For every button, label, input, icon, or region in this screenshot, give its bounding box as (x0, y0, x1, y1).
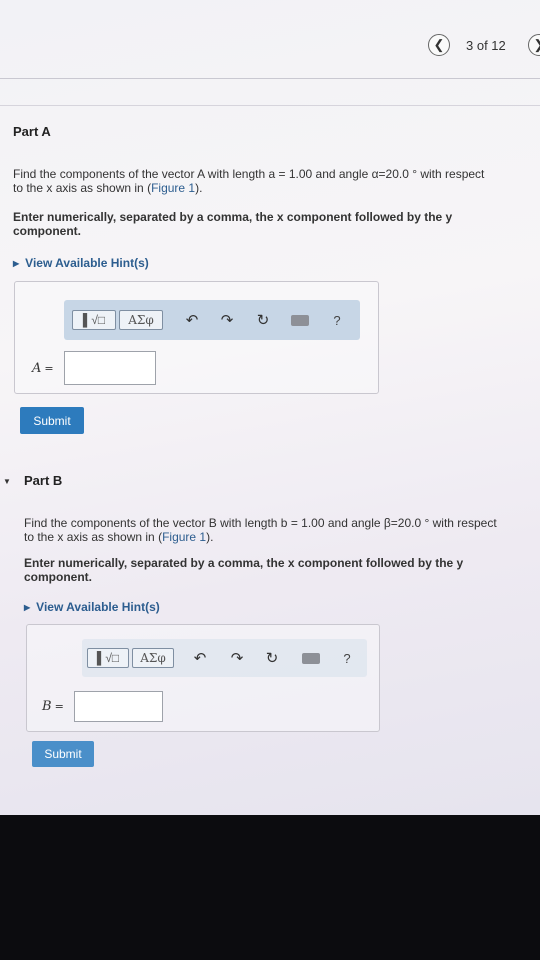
prompt-line: to the x axis as shown in (Figure 1). (24, 530, 214, 544)
greek-symbols-button[interactable]: ΑΣφ (119, 310, 163, 330)
part-a-instructions: Enter numerically, separated by a comma,… (13, 210, 453, 238)
divider (0, 78, 540, 79)
math-toolbar: ▌√□ ΑΣφ ↶ ↷ ↻ ? (64, 300, 360, 340)
undo-icon[interactable]: ↶ (190, 649, 210, 667)
page-count: 3 of 12 (466, 38, 506, 53)
collapse-triangle-icon[interactable]: ▼ (3, 477, 11, 486)
next-button[interactable]: ❯ (528, 34, 540, 56)
part-b-title: Part B (24, 473, 63, 488)
part-b-hint-toggle[interactable]: ▶ View Available Hint(s) (24, 600, 160, 614)
device-bezel (0, 815, 540, 960)
redo-icon[interactable]: ↷ (217, 311, 237, 329)
divider (0, 105, 540, 106)
reset-icon[interactable]: ↻ (253, 311, 273, 329)
vector-b-symbol: B (42, 699, 52, 714)
part-a-prompt: Find the components of the vector A with… (13, 167, 528, 195)
part-b-submit-button[interactable]: Submit (32, 741, 94, 767)
figure-link[interactable]: Figure 1 (151, 181, 195, 195)
part-a-hint-toggle[interactable]: ▶ View Available Hint(s) (13, 256, 149, 270)
prev-button[interactable]: ❮ (428, 34, 450, 56)
chevron-left-icon: ❮ (433, 37, 445, 52)
prompt-line: to the x axis as shown in (Figure 1). (13, 181, 203, 195)
part-b-prompt: Find the components of the vector B with… (24, 516, 529, 544)
vector-a-input[interactable] (64, 351, 156, 385)
part-a-answer-box: ▌√□ ΑΣφ ↶ ↷ ↻ ? A = (14, 281, 379, 394)
vector-b-input[interactable] (74, 691, 163, 722)
help-button[interactable]: ? (328, 311, 346, 329)
vector-a-symbol: A (32, 361, 42, 376)
figure-link[interactable]: Figure 1 (162, 530, 206, 544)
keyboard-icon[interactable] (300, 652, 322, 665)
screen: ❮ 3 of 12 ❯ Part A Find the components o… (0, 0, 540, 815)
math-toolbar: ▌√□ ΑΣφ ↶ ↷ ↻ ? (82, 639, 367, 677)
undo-icon[interactable]: ↶ (182, 311, 202, 329)
answer-label: A = (32, 361, 54, 376)
triangle-right-icon: ▶ (24, 603, 31, 612)
part-a-submit-button[interactable]: Submit (20, 407, 84, 434)
part-b-instructions: Enter numerically, separated by a comma,… (24, 556, 464, 584)
answer-label: B = (42, 699, 64, 714)
chevron-right-icon: ❯ (534, 37, 540, 53)
templates-button[interactable]: ▌√□ (72, 310, 116, 330)
top-nav: ❮ 3 of 12 ❯ (0, 30, 540, 64)
part-b-answer-box: ▌√□ ΑΣφ ↶ ↷ ↻ ? B = (26, 624, 380, 732)
redo-icon[interactable]: ↷ (227, 649, 247, 667)
keyboard-icon[interactable] (289, 314, 311, 327)
prompt-line: Find the components of the vector B with… (24, 516, 497, 530)
reset-icon[interactable]: ↻ (262, 649, 282, 667)
help-button[interactable]: ? (338, 649, 356, 667)
part-a-title: Part A (13, 124, 51, 139)
triangle-right-icon: ▶ (13, 259, 20, 268)
prompt-line: Find the components of the vector A with… (13, 167, 485, 181)
greek-symbols-button[interactable]: ΑΣφ (132, 648, 174, 668)
templates-button[interactable]: ▌√□ (87, 648, 129, 668)
